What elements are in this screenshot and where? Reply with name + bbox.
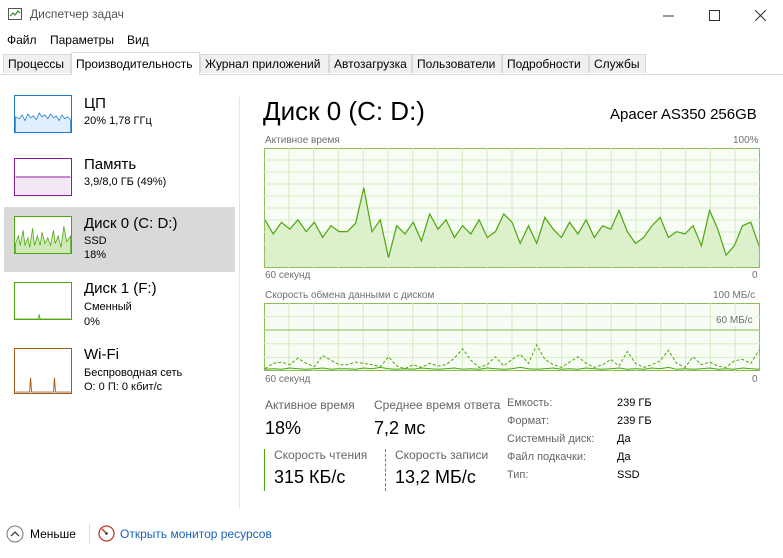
chart2-xlabel: 60 секунд bbox=[265, 374, 311, 385]
minimize-icon bbox=[662, 15, 674, 16]
sidebar-item-type: SSD bbox=[84, 235, 107, 247]
sidebar-item-usage: 0% bbox=[84, 316, 100, 328]
info-capacity-label: Емкость: bbox=[507, 397, 553, 409]
info-pagefile-value: Да bbox=[617, 451, 631, 463]
info-system-disk-label: Системный диск: bbox=[507, 433, 595, 445]
sidebar-item-usage: 18% bbox=[84, 249, 107, 261]
avg-response-label: Среднее время ответа bbox=[374, 398, 501, 412]
sidebar-item-label: Wi-Fi bbox=[84, 346, 119, 363]
title-bar: Диспетчер задач bbox=[0, 0, 783, 30]
tab-strip: Процессы Производительность Журнал прило… bbox=[0, 52, 783, 75]
chart1-xlabel: 60 секунд bbox=[265, 270, 311, 281]
chart2-min: 0 bbox=[752, 374, 758, 385]
sidebar-item-label: Память bbox=[84, 156, 137, 173]
info-system-disk-value: Да bbox=[617, 433, 631, 445]
sidebar-item-detail: 3,9/8,0 ГБ (49%) bbox=[84, 176, 167, 188]
menu-bar: Файл Параметры Вид bbox=[0, 30, 783, 50]
avg-response-value: 7,2 мс bbox=[374, 418, 426, 438]
sidebar-item-wifi[interactable]: Wi-Fi Беспроводная сеть О: 0 П: 0 кбит/с bbox=[4, 344, 235, 407]
info-format-value: 239 ГБ bbox=[617, 415, 652, 427]
open-resource-monitor-label: Открыть монитор ресурсов bbox=[120, 526, 272, 541]
write-speed-marker bbox=[385, 449, 386, 491]
menu-view[interactable]: Вид bbox=[127, 33, 149, 47]
sidebar-item-detail: 20% 1,78 ГГц bbox=[84, 115, 152, 127]
chart2-max: 100 МБ/с bbox=[713, 290, 756, 301]
memory-graph-icon bbox=[14, 158, 72, 196]
menu-file[interactable]: Файл bbox=[7, 33, 37, 47]
transfer-rate-chart bbox=[264, 303, 760, 371]
menu-options[interactable]: Параметры bbox=[50, 33, 114, 47]
pane-divider[interactable] bbox=[239, 97, 240, 509]
sidebar-item-label: Диск 0 (C: D:) bbox=[84, 215, 178, 232]
info-format-label: Формат: bbox=[507, 415, 550, 427]
sidebar-item-disk-0[interactable]: Диск 0 (C: D:) SSD 18% bbox=[4, 207, 235, 272]
chevron-up-icon bbox=[6, 525, 24, 543]
active-time-value: 18% bbox=[265, 418, 302, 438]
fewer-details-label: Меньше bbox=[30, 527, 76, 541]
fewer-details-button[interactable]: Меньше bbox=[6, 525, 76, 543]
tab-processes[interactable]: Процессы bbox=[3, 54, 71, 73]
chart1-label: Активное время bbox=[265, 135, 340, 146]
tab-app-history[interactable]: Журнал приложений bbox=[200, 54, 329, 73]
active-time-label: Активное время bbox=[265, 398, 355, 412]
info-type-value: SSD bbox=[617, 469, 640, 481]
active-time-chart bbox=[264, 148, 760, 268]
disk-model: Apacer AS350 256GB bbox=[610, 106, 757, 123]
minimize-button[interactable] bbox=[645, 0, 691, 30]
disk-graph-icon bbox=[14, 216, 72, 254]
sidebar-item-throughput: О: 0 П: 0 кбит/с bbox=[84, 381, 163, 393]
write-speed-label: Скорость записи bbox=[395, 448, 489, 462]
tab-startup[interactable]: Автозагрузка bbox=[329, 54, 412, 73]
disk-graph-icon bbox=[14, 282, 72, 320]
maximize-icon bbox=[708, 9, 720, 21]
info-capacity-value: 239 ГБ bbox=[617, 397, 652, 409]
chart2-label: Скорость обмена данными с диском bbox=[265, 290, 435, 301]
close-button[interactable] bbox=[737, 0, 783, 30]
sidebar-item-cpu[interactable]: ЦП 20% 1,78 ГГц bbox=[4, 92, 235, 155]
sidebar-item-type: Беспроводная сеть bbox=[84, 367, 183, 379]
sidebar-item-label: ЦП bbox=[84, 95, 106, 112]
info-pagefile-label: Файл подкачки: bbox=[507, 451, 587, 463]
chart1-min: 0 bbox=[752, 270, 758, 281]
read-speed-marker bbox=[264, 449, 265, 491]
cpu-graph-icon bbox=[14, 95, 72, 133]
footer-separator bbox=[89, 524, 90, 544]
chart2-mid-label: 60 МБ/с bbox=[714, 315, 755, 326]
info-type-label: Тип: bbox=[507, 469, 529, 481]
tab-services[interactable]: Службы bbox=[589, 54, 646, 73]
tab-details[interactable]: Подробности bbox=[502, 54, 589, 73]
chart1-max: 100% bbox=[733, 135, 759, 146]
resource-monitor-icon bbox=[98, 525, 115, 542]
network-graph-icon bbox=[14, 348, 72, 394]
window-title: Диспетчер задач bbox=[30, 7, 124, 21]
sidebar-item-disk-1[interactable]: Диск 1 (F:) Сменный 0% bbox=[4, 280, 235, 343]
footer: Меньше Открыть монитор ресурсов bbox=[0, 520, 783, 550]
open-resource-monitor-link[interactable]: Открыть монитор ресурсов bbox=[98, 525, 272, 542]
page-title: Диск 0 (C: D:) bbox=[263, 96, 425, 126]
write-speed-value: 13,2 МБ/с bbox=[395, 467, 476, 487]
tab-performance[interactable]: Производительность bbox=[71, 52, 200, 75]
tab-users[interactable]: Пользователи bbox=[412, 54, 502, 73]
sidebar-item-label: Диск 1 (F:) bbox=[84, 280, 157, 297]
close-icon bbox=[754, 9, 766, 21]
sidebar-item-type: Сменный bbox=[84, 301, 132, 313]
maximize-button[interactable] bbox=[691, 0, 737, 30]
read-speed-value: 315 КБ/с bbox=[274, 467, 346, 487]
read-speed-label: Скорость чтения bbox=[274, 448, 368, 462]
task-manager-icon bbox=[8, 8, 22, 20]
